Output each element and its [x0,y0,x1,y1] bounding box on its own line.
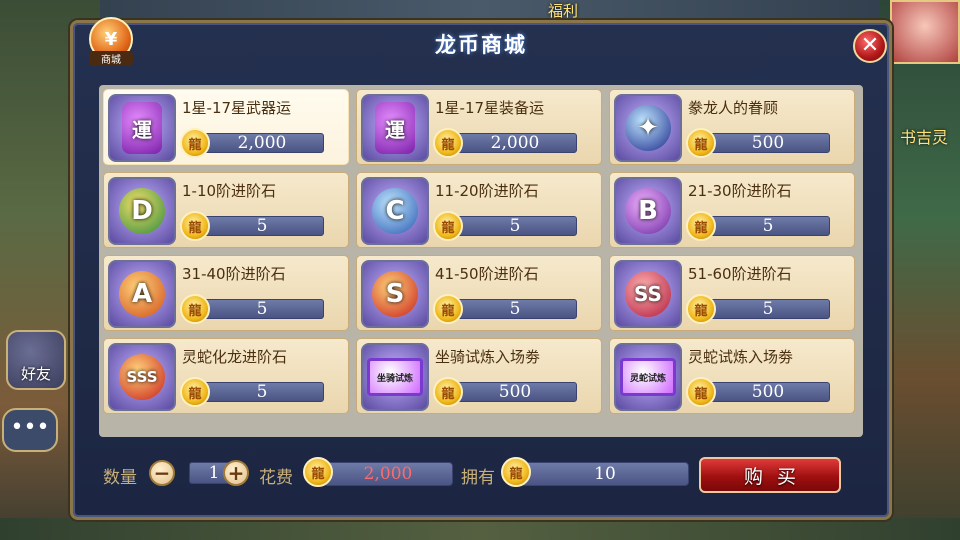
item-price: 500 [453,382,577,402]
stone-sss-icon-glyph: SSS [119,354,165,400]
buy-button[interactable]: 购买 [699,457,841,493]
stone-c-icon-glyph: C [372,188,418,234]
item-name: 11-20阶进阶石 [435,182,539,200]
dragon-coin-icon: 龍 [501,457,531,487]
shop-item[interactable]: SSS 灵蛇化龙进阶石龍 5 [103,338,349,414]
welfare-label[interactable]: 福利 [548,0,578,21]
stone-sss-icon: SSS [108,343,176,411]
quantity-label: 数量 [103,468,137,488]
item-name: 灵蛇试炼入场劵 [688,348,794,366]
item-price: 5 [706,216,830,236]
close-icon[interactable]: ✕ [853,29,887,63]
stone-ss-icon: SS [614,260,682,328]
item-name: 坐骑试炼入场劵 [435,348,541,366]
item-price: 2,000 [200,133,324,153]
dragon-coin-icon: 龍 [686,211,716,241]
stone-b-icon-glyph: B [625,188,671,234]
friends-label: 好友 [20,365,51,383]
dragon-coin-icon: 龍 [180,294,210,324]
item-name: 51-60阶进阶石 [688,265,792,283]
shop-item[interactable]: 運 1星-17星武器运龍 2,000 [103,89,349,165]
scroll-icon: 運 [108,94,176,162]
dragon-coin-icon: 龍 [433,377,463,407]
dragon-coin-icon: 龍 [686,294,716,324]
game-bottom-bar [0,518,960,540]
stone-b-icon: B [614,177,682,245]
stone-c-icon: C [361,177,429,245]
ticket-icon: 灵蛇试炼 [614,343,682,411]
shop-item[interactable]: A 31-40阶进阶石龍 5 [103,255,349,331]
dragon-coin-icon: 龍 [180,377,210,407]
dragon-coin-shop-panel: ¥ 商城 龙币商城 ✕ 運 1星-17星武器运龍 2,000 運 1星-17星装备运龍 2… [70,17,892,520]
item-name: 21-30阶进阶石 [688,182,792,200]
right-side-label: 书吉灵 [899,128,948,147]
item-name: 31-40阶进阶石 [182,265,286,283]
dragon-blessing-icon: ✦ [614,94,682,162]
item-name: 1-10阶进阶石 [182,182,277,200]
cost-label: 花费 [259,468,293,488]
item-price: 5 [200,216,324,236]
shop-item[interactable]: ✦ 豢龙人的眷顾龍 500 [609,89,855,165]
stone-d-icon: D [108,177,176,245]
dragon-coin-icon: 龍 [686,128,716,158]
item-name: 灵蛇化龙进阶石 [182,348,288,366]
cost-value: 2,000 [323,462,453,486]
stone-d-icon-glyph: D [119,188,165,234]
item-name: 41-50阶进阶石 [435,265,539,283]
item-price: 5 [453,216,577,236]
shop-item[interactable]: S 41-50阶进阶石龍 5 [356,255,602,331]
stone-s-icon: S [361,260,429,328]
dragon-coin-icon: 龍 [303,457,333,487]
item-name: 1星-17星武器运 [182,99,292,117]
item-name: 豢龙人的眷顾 [688,99,779,117]
item-price: 500 [706,382,830,402]
plus-icon[interactable]: + [223,460,249,486]
stone-a-icon-glyph: A [119,271,165,317]
stone-a-icon: A [108,260,176,328]
scroll-icon-glyph: 運 [375,102,415,154]
shop-item[interactable]: C 11-20阶进阶石龍 5 [356,172,602,248]
shop-item[interactable]: 坐骑试炼 坐骑试炼入场劵龍 500 [356,338,602,414]
scroll-icon: 運 [361,94,429,162]
game-scene-right [880,0,960,540]
dragon-blessing-icon-glyph: ✦ [625,105,671,151]
dragon-coin-icon: 龍 [686,377,716,407]
item-name: 1星-17星装备运 [435,99,545,117]
item-price: 2,000 [453,133,577,153]
item-price: 5 [453,299,577,319]
stone-ss-icon-glyph: SS [625,271,671,317]
ticket-icon: 坐骑试炼 [361,343,429,411]
dragon-coin-icon: 龍 [433,211,463,241]
panel-title: 龙币商城 [435,33,527,57]
item-price: 500 [706,133,830,153]
ticket-icon-glyph: 灵蛇试炼 [620,358,676,396]
item-price: 5 [200,299,324,319]
shop-item[interactable]: D 1-10阶进阶石龍 5 [103,172,349,248]
chat-bubble-icon[interactable]: ••• [2,408,58,452]
purchase-bar: 数量 − 1 + 花费 龍 2,000 拥有 龍 10 购买 [99,455,869,499]
ticket-icon-glyph: 坐骑试炼 [367,358,423,396]
owned-label: 拥有 [461,468,495,488]
item-price: 5 [200,382,324,402]
owned-value: 10 [521,462,689,486]
scroll-icon-glyph: 運 [122,102,162,154]
shop-item[interactable]: 灵蛇试炼 灵蛇试炼入场劵龍 500 [609,338,855,414]
shop-item[interactable]: B 21-30阶进阶石龍 5 [609,172,855,248]
item-list-scroll[interactable]: 運 1星-17星武器运龍 2,000 運 1星-17星装备运龍 2,000 ✦ 豢龙人的眷顾龍… [99,85,863,437]
dragon-coin-icon: 龍 [433,128,463,158]
stone-s-icon-glyph: S [372,271,418,317]
item-grid: 運 1星-17星武器运龍 2,000 運 1星-17星装备运龍 2,000 ✦ 豢龙人的眷顾龍… [103,89,863,414]
dragon-coin-icon: 龍 [433,294,463,324]
dragon-coin-icon: 龍 [180,128,210,158]
item-price: 5 [706,299,830,319]
player-avatar[interactable] [890,0,960,64]
shop-item[interactable]: 運 1星-17星装备运龍 2,000 [356,89,602,165]
dragon-coin-icon: 龍 [180,211,210,241]
minus-icon[interactable]: − [149,460,175,486]
shop-item[interactable]: SS 51-60阶进阶石龍 5 [609,255,855,331]
friends-button[interactable]: 好友 [6,330,66,390]
